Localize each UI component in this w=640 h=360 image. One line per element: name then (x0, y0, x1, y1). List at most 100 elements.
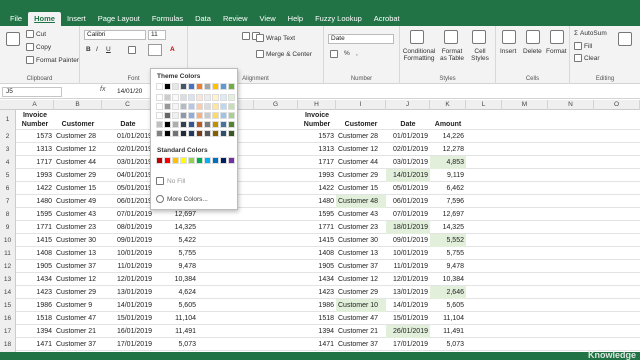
amount-cell[interactable]: 4,624 (154, 286, 198, 299)
date-cell[interactable]: 16/01/2019 (102, 325, 154, 338)
column-header-b[interactable]: B (54, 100, 102, 110)
amount-cell[interactable]: 11,104 (154, 312, 198, 325)
theme-color-swatch[interactable] (212, 130, 219, 137)
invoice-number-cell[interactable]: 1771 (16, 221, 54, 234)
invoice-number-cell-right[interactable]: 1905 (298, 260, 336, 273)
date-cell[interactable]: 13/01/2019 (102, 286, 154, 299)
standard-color-swatch[interactable] (220, 157, 227, 164)
theme-color-swatch[interactable] (196, 94, 203, 101)
bold-button[interactable]: B (86, 46, 91, 53)
row-header[interactable]: 11 (0, 247, 16, 260)
theme-color-swatch[interactable] (204, 112, 211, 119)
spreadsheet-grid[interactable]: ABCFGHIJKLMNO 1InvoiceNumberCustomerDate… (0, 100, 640, 355)
date-cell-right[interactable]: 07/01/2019 (386, 208, 430, 221)
date-cell[interactable]: 04/01/2019 (102, 169, 154, 182)
customer-cell-right[interactable]: Customer 15 (336, 182, 386, 195)
theme-color-swatch[interactable] (180, 103, 187, 110)
column-header-a[interactable]: A (16, 100, 54, 110)
theme-color-swatch[interactable] (228, 112, 235, 119)
theme-color-swatch[interactable] (196, 121, 203, 128)
customer-cell[interactable]: Customer 43 (54, 208, 102, 221)
customer-cell[interactable]: Customer 47 (54, 312, 102, 325)
invoice-number-cell-right[interactable]: 1313 (298, 143, 336, 156)
customer-cell[interactable]: Customer 30 (54, 234, 102, 247)
customer-cell-right[interactable]: Customer 13 (336, 247, 386, 260)
column-header-k[interactable]: K (430, 100, 466, 110)
date-cell[interactable]: 10/01/2019 (102, 247, 154, 260)
amount-cell-right[interactable]: 11,104 (430, 312, 466, 325)
amount-cell-right[interactable]: 2,646 (430, 286, 466, 299)
standard-color-swatch[interactable] (196, 157, 203, 164)
customer-cell-right[interactable]: Customer 37 (336, 260, 386, 273)
amount-cell-right[interactable]: 9,119 (430, 169, 466, 182)
column-header-j[interactable]: J (386, 100, 430, 110)
theme-color-swatch[interactable] (188, 94, 195, 101)
customer-cell-right[interactable]: Customer 21 (336, 325, 386, 338)
cut-button[interactable]: Cut (26, 30, 46, 38)
date-cell[interactable]: 07/01/2019 (102, 208, 154, 221)
theme-color-swatch[interactable] (196, 112, 203, 119)
date-cell-right[interactable]: 10/01/2019 (386, 247, 430, 260)
date-cell[interactable]: 06/01/2019 (102, 195, 154, 208)
theme-color-swatch[interactable] (156, 83, 163, 90)
theme-color-swatch[interactable] (228, 130, 235, 137)
tab-data[interactable]: Data (189, 12, 217, 26)
theme-color-swatch[interactable] (180, 121, 187, 128)
standard-color-swatch[interactable] (228, 157, 235, 164)
theme-color-swatch[interactable] (228, 83, 235, 90)
customer-cell-right[interactable]: Customer 43 (336, 208, 386, 221)
theme-color-swatch[interactable] (220, 112, 227, 119)
theme-color-swatch[interactable] (228, 103, 235, 110)
customer-cell-right[interactable]: Customer 10 (336, 299, 386, 312)
number-format-select[interactable]: Date (328, 34, 394, 44)
comma-button[interactable]: , (356, 50, 358, 57)
date-cell[interactable]: 11/01/2019 (102, 260, 154, 273)
date-cell-right[interactable]: 09/01/2019 (386, 234, 430, 247)
invoice-number-cell-right[interactable]: 1771 (298, 221, 336, 234)
customer-cell[interactable]: Customer 37 (54, 260, 102, 273)
invoice-number-cell[interactable]: 1423 (16, 286, 54, 299)
theme-color-swatch[interactable] (212, 112, 219, 119)
wrap-text-button[interactable]: Wrap Text (256, 34, 295, 42)
column-header-g[interactable]: G (254, 100, 298, 110)
customer-cell[interactable]: Customer 29 (54, 286, 102, 299)
invoice-number-cell-right[interactable]: 1573 (298, 130, 336, 143)
format-table-icon[interactable] (444, 30, 458, 44)
theme-color-swatch[interactable] (188, 112, 195, 119)
italic-button[interactable]: I (96, 46, 98, 53)
fill-button[interactable]: Fill (574, 42, 592, 50)
tab-view[interactable]: View (254, 12, 282, 26)
date-cell[interactable]: 03/01/2019 (102, 156, 154, 169)
amount-cell[interactable]: 14,325 (154, 221, 198, 234)
theme-color-swatch[interactable] (196, 83, 203, 90)
theme-color-swatch[interactable] (172, 94, 179, 101)
invoice-number-cell-right[interactable]: 1423 (298, 286, 336, 299)
invoice-number-cell[interactable]: 1471 (16, 338, 54, 351)
date-cell-right[interactable]: 12/01/2019 (386, 273, 430, 286)
clear-button[interactable]: Clear (574, 54, 600, 62)
name-box[interactable]: J5 (2, 87, 62, 97)
customer-cell-right[interactable]: Customer 29 (336, 169, 386, 182)
format-as-table-button[interactable]: Format as Table (438, 48, 466, 62)
customer-cell-right[interactable]: Customer 44 (336, 156, 386, 169)
invoice-number-cell-right[interactable]: 1415 (298, 234, 336, 247)
currency-button[interactable] (330, 50, 338, 58)
row-header[interactable]: 18 (0, 338, 16, 351)
date-cell-right[interactable]: 02/01/2019 (386, 143, 430, 156)
theme-color-swatch[interactable] (188, 121, 195, 128)
date-cell-right[interactable]: 13/01/2019 (386, 286, 430, 299)
autosum-button[interactable]: Σ AutoSum (574, 30, 607, 37)
customer-cell-right[interactable]: Customer 30 (336, 234, 386, 247)
amount-cell[interactable]: 11,491 (154, 325, 198, 338)
invoice-number-cell[interactable]: 1408 (16, 247, 54, 260)
date-cell[interactable]: 01/01/2019 (102, 130, 154, 143)
tab-home[interactable]: Home (28, 12, 61, 26)
theme-color-swatch[interactable] (164, 112, 171, 119)
amount-cell-right[interactable]: 12,278 (430, 143, 466, 156)
invoice-number-cell-right[interactable]: 1422 (298, 182, 336, 195)
column-header-m[interactable]: M (502, 100, 548, 110)
customer-cell-right[interactable]: Customer 48 (336, 195, 386, 208)
theme-color-swatch[interactable] (196, 103, 203, 110)
tab-insert[interactable]: Insert (61, 12, 92, 26)
amount-cell-right[interactable]: 11,491 (430, 325, 466, 338)
